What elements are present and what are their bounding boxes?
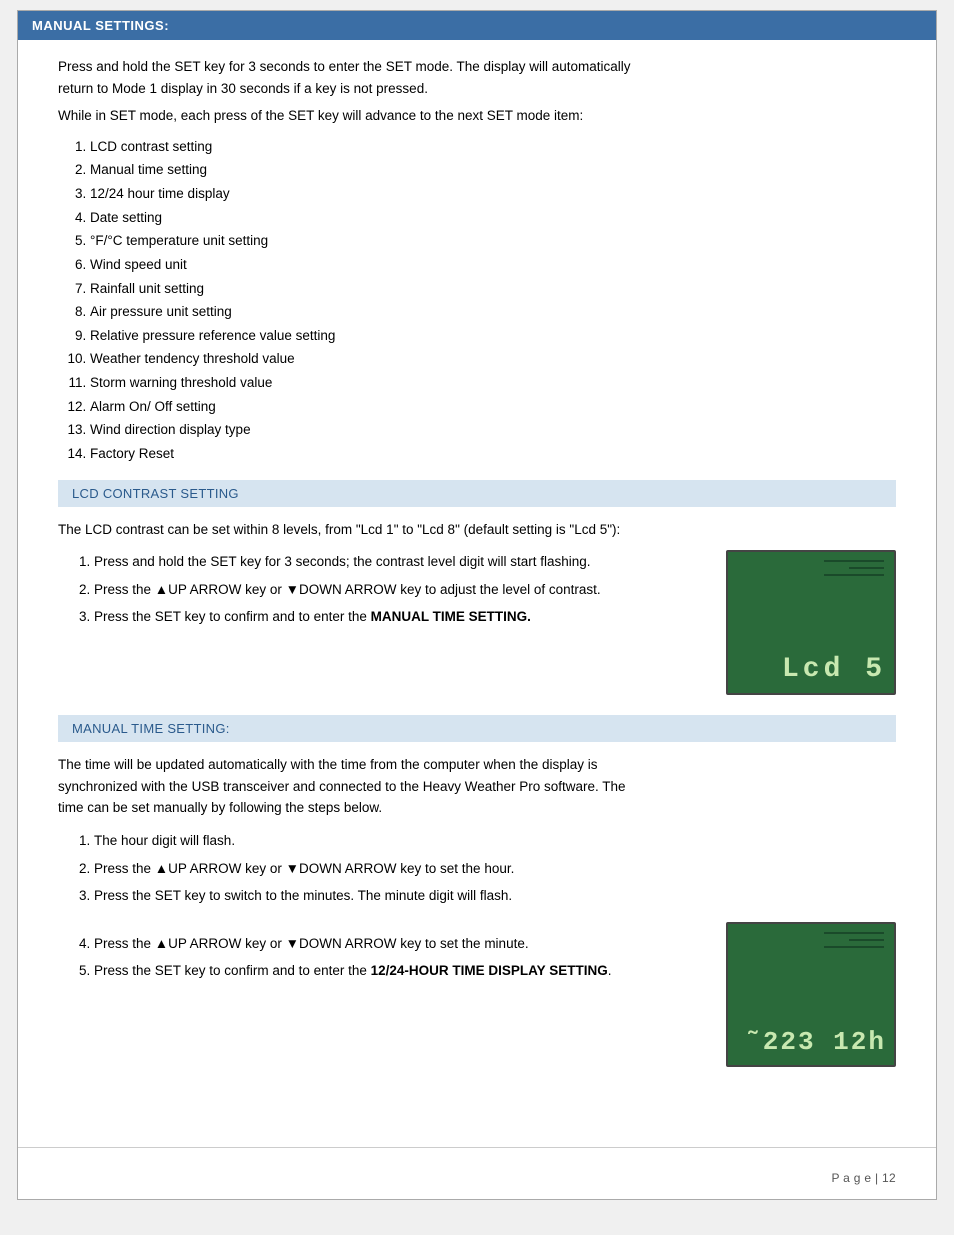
intro-para-2: While in SET mode, each press of the SET…: [58, 105, 896, 127]
list-item: 12/24 hour time display: [90, 182, 896, 206]
list-item: Rainfall unit setting: [90, 277, 896, 301]
manual-settings-header: MANUAL SETTINGS:: [18, 11, 936, 40]
page-number: P a g e | 12: [831, 1171, 896, 1185]
lcd-steps-image-row: Press and hold the SET key for 3 seconds…: [58, 550, 896, 695]
lcd-device-image: Lcd 5: [726, 550, 896, 695]
footer-divider: [18, 1147, 936, 1148]
time-step-2: Press the ▲UP ARROW key or ▼DOWN ARROW k…: [94, 857, 896, 881]
time-step-1-text: The hour digit will flash.: [94, 833, 235, 848]
lcd-step-3-prefix: Press the SET key to confirm and to ente…: [94, 609, 371, 624]
list-item: Factory Reset: [90, 442, 896, 466]
list-item: °F/°C temperature unit setting: [90, 229, 896, 253]
list-item: Storm warning threshold value: [90, 371, 896, 395]
lcd-steps-col: Press and hold the SET key for 3 seconds…: [58, 550, 706, 633]
list-item: Manual time setting: [90, 158, 896, 182]
time-step-4: Press the ▲UP ARROW key or ▼DOWN ARROW k…: [94, 932, 706, 956]
page: MANUAL SETTINGS: Press and hold the SET …: [17, 10, 937, 1200]
list-item: Air pressure unit setting: [90, 300, 896, 324]
device-line-6: [824, 946, 884, 948]
lcd-step-3-bold: MANUAL TIME SETTING.: [371, 609, 531, 624]
time-step-5-bold: 12/24-HOUR TIME DISPLAY SETTING: [371, 963, 608, 978]
content: Press and hold the SET key for 3 seconds…: [18, 40, 936, 1147]
list-item: Date setting: [90, 206, 896, 230]
set-mode-list: LCD contrast setting Manual time setting…: [90, 135, 896, 466]
device-top-lines: [824, 560, 884, 576]
time-display-text: ˜223 12h: [745, 1027, 886, 1057]
lcd-section: LCD CONTRAST SETTING The LCD contrast ca…: [58, 480, 896, 696]
time-steps-image-row: Press the ▲UP ARROW key or ▼DOWN ARROW k…: [58, 922, 896, 1067]
time-step-4-text: Press the ▲UP ARROW key or ▼DOWN ARROW k…: [94, 936, 529, 951]
time-step-5: Press the SET key to confirm and to ente…: [94, 959, 706, 983]
time-step-5-prefix: Press the SET key to confirm and to ente…: [94, 963, 371, 978]
lcd-display-text: Lcd 5: [782, 654, 886, 685]
lcd-step-1-text: Press and hold the SET key for 3 seconds…: [94, 554, 591, 569]
intro-line2: return to Mode 1 display in 30 seconds i…: [58, 81, 428, 96]
device-line-1: [824, 560, 884, 562]
device-line-2: [849, 567, 884, 569]
time-steps-col: Press the ▲UP ARROW key or ▼DOWN ARROW k…: [58, 922, 706, 987]
time-step-3-text: Press the SET key to switch to the minut…: [94, 888, 512, 903]
time-step-3: Press the SET key to switch to the minut…: [94, 884, 896, 908]
time-device-image: ˜223 12h: [726, 922, 896, 1067]
device-top-lines-2: [824, 932, 884, 948]
manual-time-steps-list-2: Press the ▲UP ARROW key or ▼DOWN ARROW k…: [94, 932, 706, 983]
manual-time-intro: The time will be updated automatically w…: [58, 754, 896, 819]
lcd-steps-list: Press and hold the SET key for 3 seconds…: [94, 550, 706, 629]
list-item: Alarm On/ Off setting: [90, 395, 896, 419]
time-step-1: The hour digit will flash.: [94, 829, 896, 853]
device-line-5: [849, 939, 884, 941]
lcd-step-1: Press and hold the SET key for 3 seconds…: [94, 550, 706, 574]
manual-time-section: MANUAL TIME SETTING: The time will be up…: [58, 715, 896, 1067]
device-line-4: [824, 932, 884, 934]
device-line-3: [824, 574, 884, 576]
intro-line1: Press and hold the SET key for 3 seconds…: [58, 59, 631, 74]
manual-time-header: MANUAL TIME SETTING:: [58, 715, 896, 742]
time-step-2-text: Press the ▲UP ARROW key or ▼DOWN ARROW k…: [94, 861, 514, 876]
manual-settings-title: MANUAL SETTINGS:: [32, 18, 169, 33]
list-item: Relative pressure reference value settin…: [90, 324, 896, 348]
lcd-step-2: Press the ▲UP ARROW key or ▼DOWN ARROW k…: [94, 578, 706, 602]
lcd-intro: The LCD contrast can be set within 8 lev…: [58, 519, 896, 541]
list-item: Wind direction display type: [90, 418, 896, 442]
list-item: LCD contrast setting: [90, 135, 896, 159]
lcd-step-3: Press the SET key to confirm and to ente…: [94, 605, 706, 629]
intro-para-1: Press and hold the SET key for 3 seconds…: [58, 56, 896, 99]
intro-line3: While in SET mode, each press of the SET…: [58, 108, 583, 123]
list-item: Wind speed unit: [90, 253, 896, 277]
page-footer: P a g e | 12: [831, 1171, 896, 1185]
lcd-section-header: LCD CONTRAST SETTING: [58, 480, 896, 507]
lcd-step-2-text: Press the ▲UP ARROW key or ▼DOWN ARROW k…: [94, 582, 601, 597]
list-item: Weather tendency threshold value: [90, 347, 896, 371]
manual-time-steps-list: The hour digit will flash. Press the ▲UP…: [94, 829, 896, 908]
